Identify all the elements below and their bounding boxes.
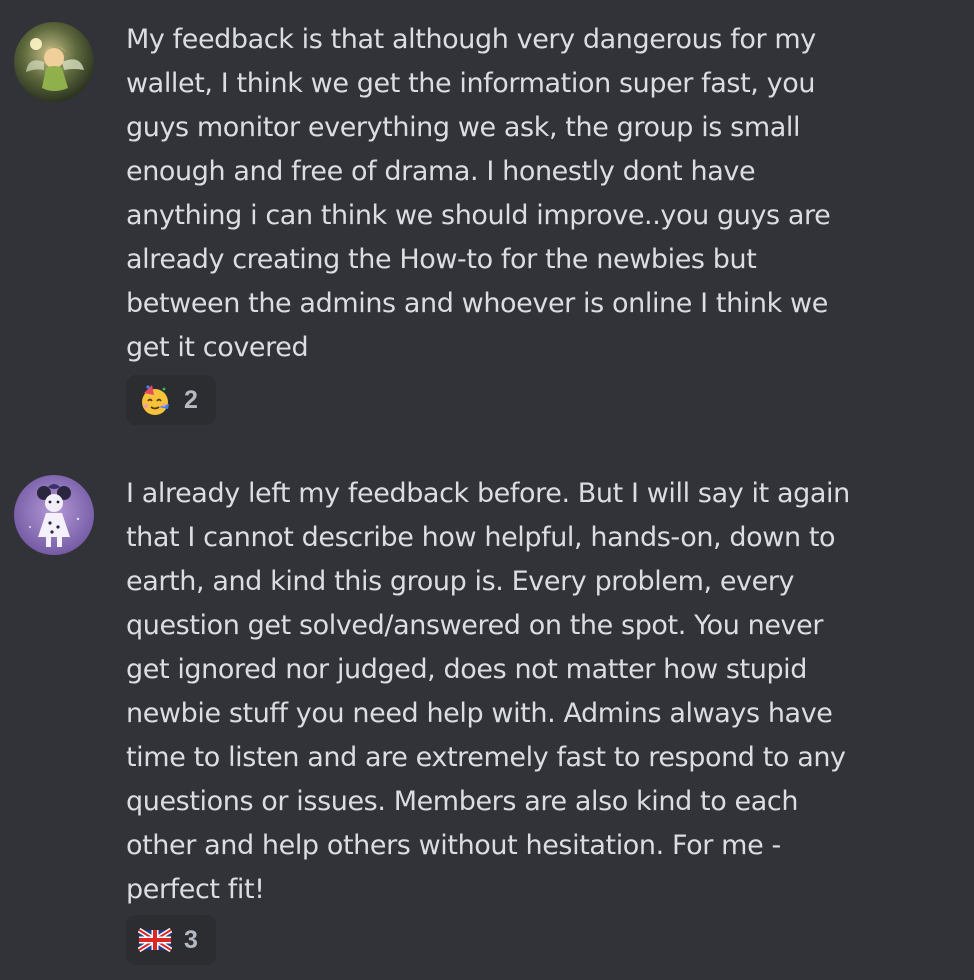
reaction-count: 2	[184, 385, 198, 414]
minnie-figure-avatar-icon	[14, 475, 94, 555]
message-content: I already left my feedback before. But I…	[126, 478, 850, 905]
reaction-button[interactable]: 3	[126, 915, 216, 965]
partying-face-emoji-icon	[138, 383, 172, 417]
message-content: My feedback is that although very danger…	[126, 24, 831, 363]
reaction-count: 3	[184, 925, 198, 954]
fairy-avatar-icon	[14, 22, 94, 102]
reaction-button[interactable]: 2	[126, 375, 216, 425]
user-avatar[interactable]	[14, 22, 94, 102]
uk-flag-emoji-icon	[138, 923, 172, 957]
user-avatar[interactable]	[14, 475, 94, 555]
